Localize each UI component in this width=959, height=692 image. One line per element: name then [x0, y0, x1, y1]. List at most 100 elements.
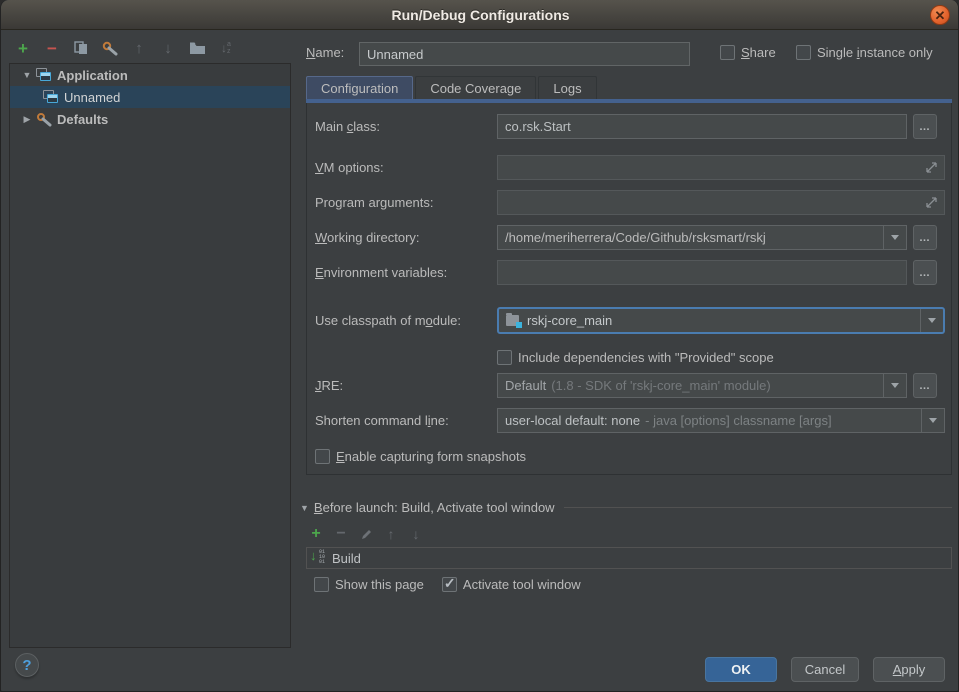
tree-node-defaults[interactable]: ▶ Defaults	[10, 108, 290, 130]
working-directory-label: Working directory:	[315, 230, 497, 245]
tree-node-application[interactable]: ▼ Application	[10, 64, 290, 86]
program-arguments-row: Program arguments:	[315, 190, 945, 215]
main-class-label: Main class:	[315, 119, 497, 134]
environment-variables-row: Environment variables: …	[315, 260, 945, 285]
activate-tool-window-label: Activate tool window	[463, 577, 581, 592]
cancel-button[interactable]: Cancel	[791, 657, 859, 682]
before-launch-header[interactable]: ▼ Before launch: Build, Activate tool wi…	[300, 500, 952, 515]
main-class-field[interactable]: co.rsk.Start	[497, 114, 907, 139]
activate-tool-window-checkbox[interactable]: ✓ Activate tool window	[442, 577, 581, 592]
tree-node-unnamed[interactable]: Unnamed	[10, 86, 290, 108]
question-mark-icon: ?	[22, 657, 31, 674]
dropdown-arrow-icon[interactable]	[920, 309, 943, 332]
move-up-icon[interactable]: ↑	[131, 40, 147, 56]
program-arguments-field[interactable]	[497, 190, 945, 215]
dropdown-arrow-icon[interactable]	[921, 409, 944, 432]
module-icon	[506, 315, 522, 327]
build-icon: ↓ 011001	[310, 551, 326, 565]
show-this-page-label: Show this page	[335, 577, 424, 592]
separator-line	[564, 507, 952, 508]
task-label: Build	[332, 551, 361, 566]
close-icon[interactable]: ✕	[930, 5, 950, 25]
include-provided-label: Include dependencies with "Provided" sco…	[518, 350, 774, 365]
tree-label-application: Application	[57, 68, 128, 83]
dropdown-arrow-icon[interactable]	[883, 374, 906, 397]
use-classpath-row: Use classpath of module: rskj-core_main	[315, 307, 945, 334]
remove-task-icon[interactable]: −	[333, 526, 349, 542]
main-class-row: Main class: co.rsk.Start …	[315, 114, 945, 139]
sort-configurations-icon[interactable]: ↓az	[218, 40, 234, 56]
chevron-right-icon[interactable]: ▶	[22, 114, 32, 125]
browse-environment-variables-button[interactable]: …	[913, 260, 937, 285]
checkbox-icon[interactable]	[796, 45, 811, 60]
shorten-command-line-row: Shorten command line: user-local default…	[315, 408, 945, 433]
expand-field-icon[interactable]	[926, 197, 937, 208]
tab-bar: Configuration Code Coverage Logs	[306, 76, 599, 99]
run-debug-configurations-dialog: Run/Debug Configurations ✕ + − ↑ ↓ ↓az ▼…	[0, 0, 959, 692]
move-task-up-icon[interactable]: ↑	[383, 526, 399, 542]
form-snapshots-checkbox[interactable]: Enable capturing form snapshots	[315, 449, 526, 464]
help-button[interactable]: ?	[15, 653, 39, 677]
edit-task-icon[interactable]	[358, 526, 374, 542]
single-instance-label: Single instance only	[817, 45, 933, 60]
show-this-page-checkbox[interactable]: Show this page	[314, 577, 424, 592]
jre-row: JRE: Default (1.8 - SDK of 'rskj-core_ma…	[315, 373, 945, 398]
include-provided-row: Include dependencies with "Provided" sco…	[315, 345, 945, 370]
tab-code-coverage[interactable]: Code Coverage	[415, 76, 536, 99]
tab-configuration[interactable]: Configuration	[306, 76, 413, 99]
name-row: Name: Share Single instance only	[306, 42, 952, 66]
before-launch-title: Before launch: Build, Activate tool wind…	[314, 500, 555, 515]
jre-combo[interactable]: Default (1.8 - SDK of 'rskj-core_main' m…	[497, 373, 907, 398]
dropdown-arrow-icon[interactable]	[883, 226, 906, 249]
checkbox-icon[interactable]	[497, 350, 512, 365]
browse-main-class-button[interactable]: …	[913, 114, 937, 139]
single-instance-checkbox[interactable]: Single instance only	[796, 45, 933, 60]
apply-button[interactable]: Apply	[873, 657, 945, 682]
browse-working-directory-button[interactable]: …	[913, 225, 937, 250]
tab-logs[interactable]: Logs	[538, 76, 596, 99]
configurations-tree: ▼ Application Unnamed ▶ Defaults	[9, 63, 291, 648]
environment-variables-field[interactable]	[497, 260, 907, 285]
name-label: Name:	[306, 45, 344, 60]
share-label: Share	[741, 45, 776, 60]
checkbox-checked-icon[interactable]: ✓	[442, 577, 457, 592]
checkbox-icon[interactable]	[314, 577, 329, 592]
vm-options-field[interactable]	[497, 155, 945, 180]
move-down-icon[interactable]: ↓	[160, 40, 176, 56]
defaults-icon	[36, 111, 52, 127]
checkbox-icon[interactable]	[720, 45, 735, 60]
use-classpath-label: Use classpath of module:	[315, 313, 497, 328]
collapse-arrow-icon[interactable]: ▼	[300, 503, 309, 513]
configurations-toolbar: + − ↑ ↓ ↓az	[15, 40, 234, 56]
include-provided-checkbox[interactable]: Include dependencies with "Provided" sco…	[497, 350, 774, 365]
ok-button[interactable]: OK	[705, 657, 777, 682]
folder-icon[interactable]	[189, 40, 205, 56]
use-classpath-combo[interactable]: rskj-core_main	[497, 307, 945, 334]
shorten-command-line-combo[interactable]: user-local default: none - java [options…	[497, 408, 945, 433]
titlebar[interactable]: Run/Debug Configurations ✕	[1, 0, 959, 30]
application-icon	[43, 90, 59, 104]
form-snapshots-label: Enable capturing form snapshots	[336, 449, 526, 464]
copy-configuration-icon[interactable]	[73, 40, 89, 56]
configuration-panel: Main class: co.rsk.Start … VM options: P…	[306, 103, 952, 475]
remove-configuration-icon[interactable]: −	[44, 40, 60, 56]
edit-defaults-icon[interactable]	[102, 40, 118, 56]
working-directory-row: Working directory: /home/meriherrera/Cod…	[315, 225, 945, 250]
move-task-down-icon[interactable]: ↓	[408, 526, 424, 542]
expand-field-icon[interactable]	[926, 162, 937, 173]
form-snapshots-row: Enable capturing form snapshots	[315, 444, 945, 469]
shorten-command-line-label: Shorten command line:	[315, 413, 497, 428]
add-configuration-icon[interactable]: +	[15, 40, 31, 56]
jre-label: JRE:	[315, 378, 497, 393]
name-input[interactable]	[359, 42, 690, 66]
vm-options-row: VM options:	[315, 155, 945, 180]
tree-label-defaults: Defaults	[57, 112, 108, 127]
browse-jre-button[interactable]: …	[913, 373, 937, 398]
share-checkbox[interactable]: Share	[720, 45, 776, 60]
checkbox-icon[interactable]	[315, 449, 330, 464]
tree-label-unnamed: Unnamed	[64, 90, 120, 105]
working-directory-combo[interactable]: /home/meriherrera/Code/Github/rsksmart/r…	[497, 225, 907, 250]
chevron-down-icon[interactable]: ▼	[22, 70, 32, 80]
before-launch-task-build[interactable]: ↓ 011001 Build	[307, 551, 361, 566]
add-task-icon[interactable]: +	[308, 526, 324, 542]
